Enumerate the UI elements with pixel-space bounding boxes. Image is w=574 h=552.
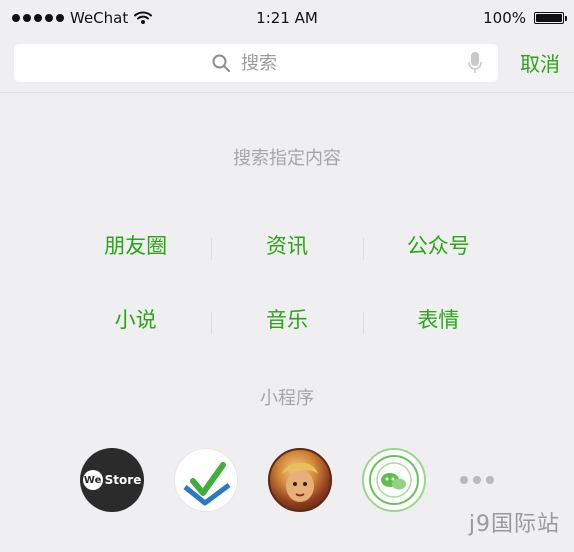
screen: WeChat 1:21 AM 100% 搜索 取消 搜索指定内容 朋友圈 资讯 … xyxy=(0,0,574,552)
search-header: 取消 xyxy=(0,36,574,92)
we-store-logo: We Store xyxy=(82,470,142,490)
battery-fill xyxy=(536,14,562,22)
category-grid: 朋友圈 资讯 公众号 小说 音乐 表情 xyxy=(60,208,514,356)
more-dots-icon[interactable] xyxy=(460,476,494,484)
mini-program-list: We Store xyxy=(80,448,494,512)
checklist-app[interactable] xyxy=(174,448,238,512)
status-right: 100% xyxy=(483,9,567,27)
status-bar: WeChat 1:21 AM 100% xyxy=(0,0,574,36)
search-box[interactable] xyxy=(14,44,498,82)
category-moments[interactable]: 朋友圈 xyxy=(60,230,211,260)
wechat-green-app[interactable] xyxy=(362,448,426,512)
battery-percent: 100% xyxy=(483,9,526,27)
watermark: j9国际站 xyxy=(468,512,560,537)
category-row-2: 小说 音乐 表情 xyxy=(60,282,514,356)
hero-game-app[interactable] xyxy=(268,448,332,512)
category-stickers[interactable]: 表情 xyxy=(362,304,514,334)
mini-programs-title: 小程序 xyxy=(260,388,314,409)
search-icon xyxy=(211,53,231,73)
search-input[interactable] xyxy=(241,52,301,74)
mic-icon[interactable] xyxy=(468,52,482,74)
search-specific-title: 搜索指定内容 xyxy=(233,148,341,169)
cancel-button[interactable]: 取消 xyxy=(520,48,560,77)
we-store-logo-mark: We xyxy=(82,470,103,490)
search-inner xyxy=(14,44,498,82)
we-store-app[interactable]: We Store xyxy=(80,448,144,512)
wechat-open-class-seal-logo xyxy=(369,455,419,505)
header-divider xyxy=(0,92,574,93)
category-news[interactable]: 资讯 xyxy=(211,230,362,260)
category-music[interactable]: 音乐 xyxy=(211,304,362,334)
category-official-accounts[interactable]: 公众号 xyxy=(362,230,514,260)
battery-icon xyxy=(534,12,567,24)
we-store-logo-word: Store xyxy=(104,473,142,487)
hero-portrait-logo xyxy=(282,462,318,502)
category-row-1: 朋友圈 资讯 公众号 xyxy=(60,208,514,282)
category-novels[interactable]: 小说 xyxy=(60,304,211,334)
checkmark-logo xyxy=(183,462,231,506)
